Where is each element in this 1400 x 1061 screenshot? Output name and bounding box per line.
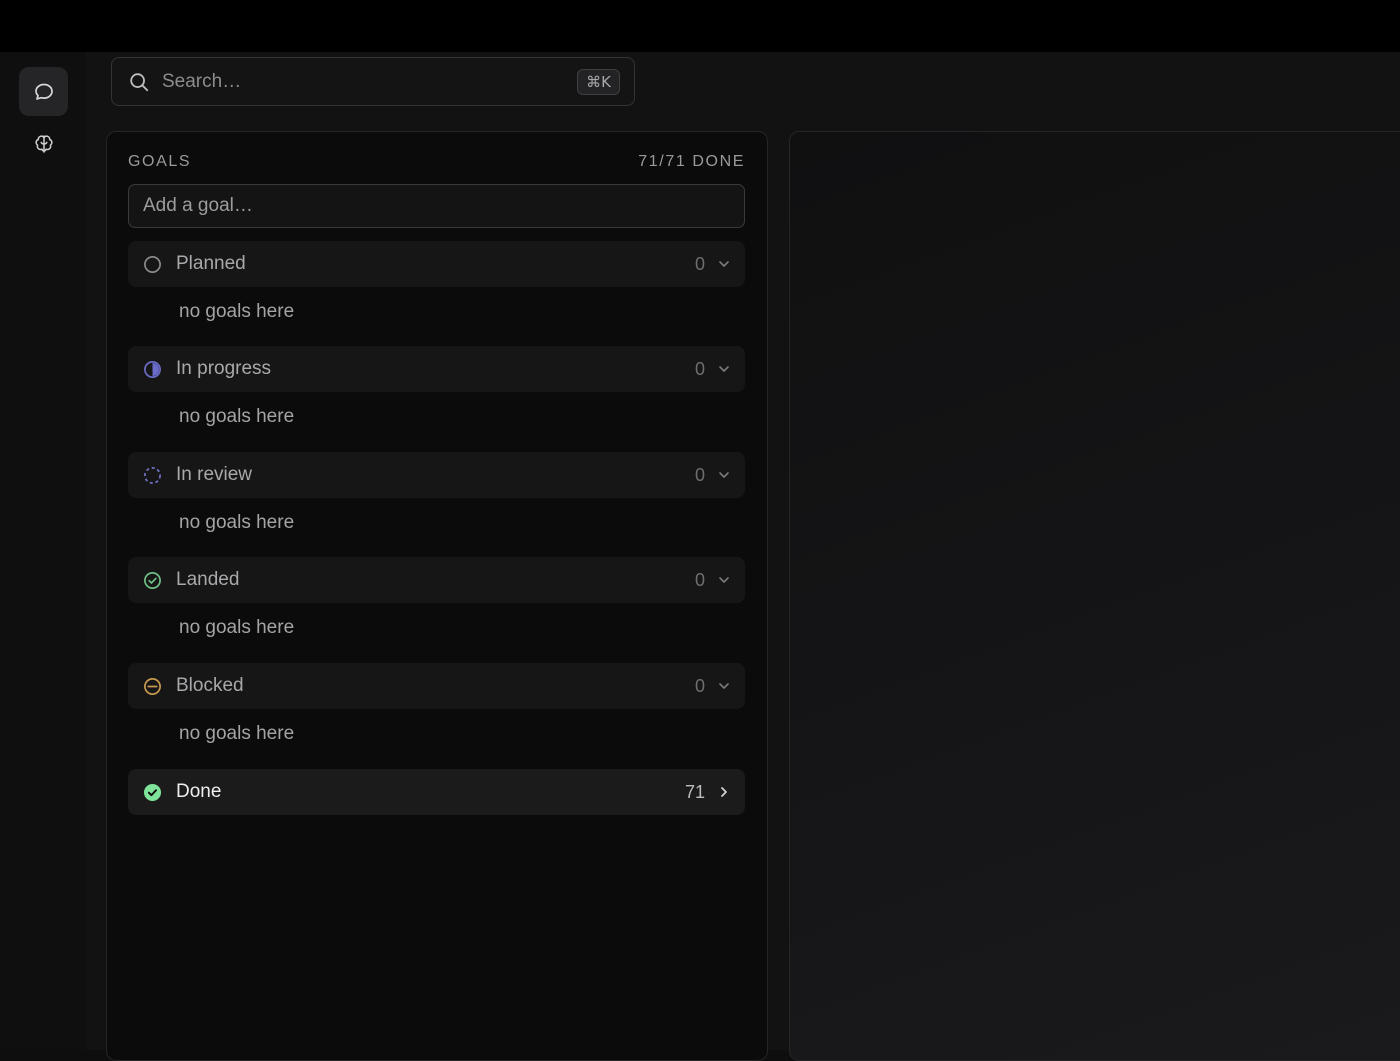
group-label: Landed: [176, 569, 240, 590]
circle-outline-icon: [144, 255, 161, 273]
group-label: Done: [176, 781, 222, 802]
chevron-down-icon: [719, 261, 729, 267]
chat-bubble-icon: [34, 83, 53, 100]
group-count: 0: [694, 464, 705, 485]
window-top-bar: [0, 0, 1400, 52]
group-label: Planned: [176, 253, 246, 274]
group-header-blocked[interactable]: Blocked 0: [128, 663, 745, 709]
empty-group-text: no goals here: [179, 723, 295, 744]
dashed-circle-icon: [144, 466, 161, 484]
sidebar-rail: [0, 52, 86, 1050]
group-count: 0: [694, 675, 705, 696]
group-count: 71: [684, 781, 705, 802]
chevron-down-icon: [719, 683, 729, 689]
detail-panel: [789, 131, 1400, 1061]
chevron-down-icon: [719, 472, 729, 478]
search-icon: [130, 72, 149, 91]
chevron-down-icon: [719, 577, 729, 583]
goals-summary: 71/71 DONE: [638, 153, 745, 170]
group-header-landed[interactable]: Landed 0: [128, 557, 745, 603]
minus-circle-icon: [144, 677, 161, 695]
group-count: 0: [694, 253, 705, 274]
search-shortcut-badge: ⌘K: [577, 68, 620, 95]
group-count: 0: [694, 569, 705, 590]
group-header-in-progress[interactable]: In progress 0: [128, 346, 745, 392]
group-header-done[interactable]: Done 71: [128, 769, 745, 815]
search-bar[interactable]: ⌘K: [111, 57, 635, 106]
group-header-in-review[interactable]: In review 0: [128, 452, 745, 498]
empty-group-text: no goals here: [179, 406, 295, 427]
group-label: In review: [176, 464, 253, 485]
half-circle-icon: [144, 360, 161, 378]
chevron-down-icon: [719, 366, 729, 372]
sidebar-item-brain[interactable]: [19, 119, 68, 168]
group-header-planned[interactable]: Planned 0: [128, 241, 745, 287]
goals-title: GOALS: [128, 153, 192, 170]
empty-group-text: no goals here: [179, 301, 295, 322]
check-circle-outline-icon: [144, 571, 161, 589]
empty-group-text: no goals here: [179, 512, 295, 533]
sidebar-item-chat[interactable]: [19, 67, 68, 116]
check-circle-filled-icon: [143, 783, 162, 801]
goals-panel: GOALS 71/71 DONE Planned 0 no goals here…: [106, 131, 768, 1061]
empty-group-text: no goals here: [179, 617, 295, 638]
brain-icon: [34, 134, 53, 153]
group-count: 0: [694, 358, 705, 379]
goals-panel-header: GOALS 71/71 DONE: [128, 152, 745, 172]
add-goal-input[interactable]: [128, 184, 745, 228]
group-label: In progress: [176, 358, 272, 379]
chevron-right-icon: [721, 787, 727, 797]
search-input[interactable]: [162, 70, 566, 93]
group-label: Blocked: [176, 675, 244, 696]
